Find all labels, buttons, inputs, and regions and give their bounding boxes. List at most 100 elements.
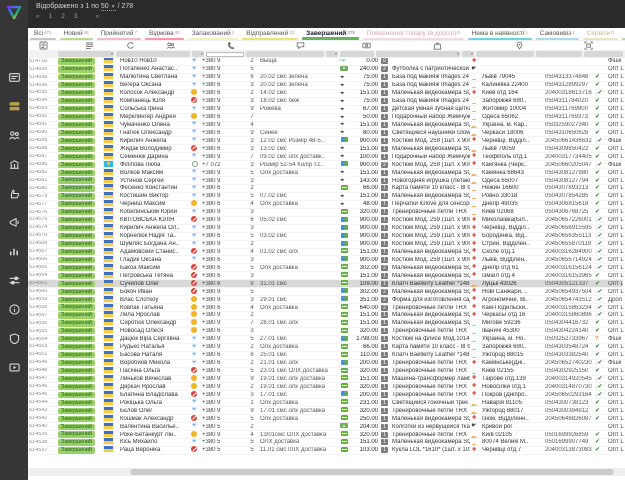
client-phone[interactable]: +380 9 [200,178,245,184]
client-name[interactable]: Корнелюк Надія Та.. [120,233,190,239]
tracking-number[interactable]: 20400317734405 [545,154,595,160]
tracking-number[interactable]: 20450656915595 [545,225,595,231]
tracking-number[interactable]: 20450655714924 [545,257,595,263]
tracking-number[interactable]: 0504300738123 [545,400,595,406]
order-id[interactable]: 514567 [28,249,58,255]
tracking-number[interactable]: 0504308127980 [545,170,595,176]
client-name[interactable]: Гнатюк Олександр [120,130,190,136]
sliders-icon[interactable] [8,274,21,287]
client-name[interactable]: Кошмак Александр [120,416,190,422]
filter-source-select[interactable] [192,51,204,57]
client-phone[interactable]: +380 9 [200,66,245,72]
client-phone[interactable]: +380 9 [200,74,245,80]
client-phone[interactable]: +380 9 [200,249,245,255]
order-id[interactable]: 514544 [28,400,58,406]
tracking-number[interactable]: 0504305121337 [545,281,595,287]
order-id[interactable]: 514570 [28,233,58,239]
tab-Прийнятий[interactable]: Прийнятий7 [95,28,143,40]
client-name[interactable]: Потапенко Анастас.. [120,66,190,72]
tracking-number[interactable]: 20400318613716 [545,90,595,96]
client-name[interactable]: Сольська Ірина [120,106,190,112]
client-name[interactable]: Бєлов Олег [120,408,190,414]
client-phone[interactable]: +380 6 [200,114,245,120]
tracking-number[interactable]: 20450652740230 [545,360,595,366]
order-id[interactable]: 514592 [28,114,58,120]
tracking-number[interactable]: 20400315863234 [545,305,595,311]
order-id[interactable]: 514547 [28,376,58,382]
tracking-number[interactable]: 20400316156124 [545,265,595,271]
order-row[interactable]: 514561ЗавершенийСучилов Олег+380 6931.01… [28,280,623,288]
order-row[interactable]: 514537ЗавершенийРаца Вероніка+380 5511.0… [28,447,625,455]
bank-icon[interactable] [8,158,21,171]
client-phone[interactable]: +380 5 [200,447,245,453]
client-phone[interactable]: +380 9 [200,432,245,438]
app-logo[interactable] [6,5,22,25]
client-phone[interactable]: +380 5 [200,416,245,422]
tab-В дорозі додому[interactable]: В дорозі додому4 [620,28,625,40]
client-phone[interactable]: +380 5 [200,424,245,430]
order-id[interactable]: 514538 [28,440,58,446]
client-phone[interactable]: +380 6 [200,273,245,279]
order-id[interactable]: 514587 [28,154,58,160]
client-phone[interactable]: +380 6 [200,146,245,152]
tracking-number[interactable]: 20450650293164 [545,392,595,398]
client-phone[interactable]: +380 9 [200,408,245,414]
filter-template-input[interactable] [584,51,623,57]
tracking-number[interactable]: 0504303548724 [545,344,595,350]
tracking-number[interactable]: 0504308127794 [545,178,595,184]
order-id[interactable]: 514549 [28,360,58,366]
filter-amount-input[interactable] [340,51,374,57]
client-phone[interactable]: +380 9 [200,289,245,295]
hand-icon[interactable] [8,187,21,200]
client-name[interactable]: Дацюк Віра Сергіївна [120,336,190,342]
filter-carrier-select[interactable] [462,51,474,57]
client-name[interactable]: Новосад Олеся [120,328,190,334]
order-id[interactable]: 514566 [28,257,58,263]
order-id[interactable]: 514539 [28,432,58,438]
client-name[interactable]: Петровська Тетяна [120,273,190,279]
order-id[interactable]: 514598 [28,75,58,81]
video-icon[interactable] [8,361,21,374]
order-id[interactable]: 514553 [28,344,58,350]
client-name[interactable]: Бокоч Иван [120,289,190,295]
last-page-button[interactable]: » [96,13,100,20]
client-phone[interactable]: +380 9 [200,122,245,128]
tab-Новий[interactable]: Новий48 [58,28,95,40]
order-id[interactable]: 514596 [28,83,58,89]
tab-Завершений[interactable]: Завершений278 [300,28,361,40]
tracking-number[interactable]: 20400314870730 [545,384,595,390]
client-phone[interactable]: +380 6 [200,281,245,287]
tracking-number[interactable]: 20450657226001 [545,217,595,223]
client-phone[interactable]: +380 6 [200,257,245,263]
tracking-number[interactable]: 0504311784020 [545,98,595,104]
client-name[interactable]: Деркач Ярослав [120,384,190,390]
tracking-number[interactable]: 0504310650828 [545,130,595,136]
client-phone[interactable]: +380 9 [200,98,245,104]
order-id[interactable]: 514586 [28,162,58,168]
page-button-1[interactable]: 1 [49,13,53,20]
tracking-number[interactable]: 0504307854285 [545,193,595,199]
tracking-number[interactable]: 0504311769900 [545,106,595,112]
tracking-number[interactable]: 0504309850422 [545,146,595,152]
client-name[interactable]: Басова Наталя [120,352,190,358]
order-id[interactable]: 514556 [28,321,58,327]
shield-icon[interactable] [8,332,21,345]
client-phone[interactable]: +380 9 [200,344,245,350]
tab-Сервіси[interactable]: Сервіси0 [581,28,620,40]
money-icon[interactable] [362,41,371,50]
order-id[interactable]: 514561 [28,281,58,287]
tracking-number[interactable]: 0504306768725 [545,209,595,215]
client-name[interactable]: Рокіцька Ольга [120,400,190,406]
client-name[interactable]: Малютина Светлана [120,74,190,80]
tab-Відправлений[interactable]: Відправлений12 [240,28,300,40]
client-name[interactable]: Кісь Михайло [120,439,190,445]
client-name[interactable]: Нов10 Нов10 [120,58,190,64]
tab-Самовивіз[interactable]: Самовивіз2 [534,28,581,40]
tracking-number[interactable]: 0501699907749 [545,439,595,445]
client-name[interactable]: Благінна Владіслава [120,392,190,398]
page-button-2[interactable]: 2 [61,13,65,20]
client-phone[interactable]: +380 9 [200,217,245,223]
filter-comment-input[interactable] [246,51,324,57]
tracking-number[interactable]: 0504307893213 [545,185,595,191]
order-id[interactable]: 514593 [28,106,58,112]
